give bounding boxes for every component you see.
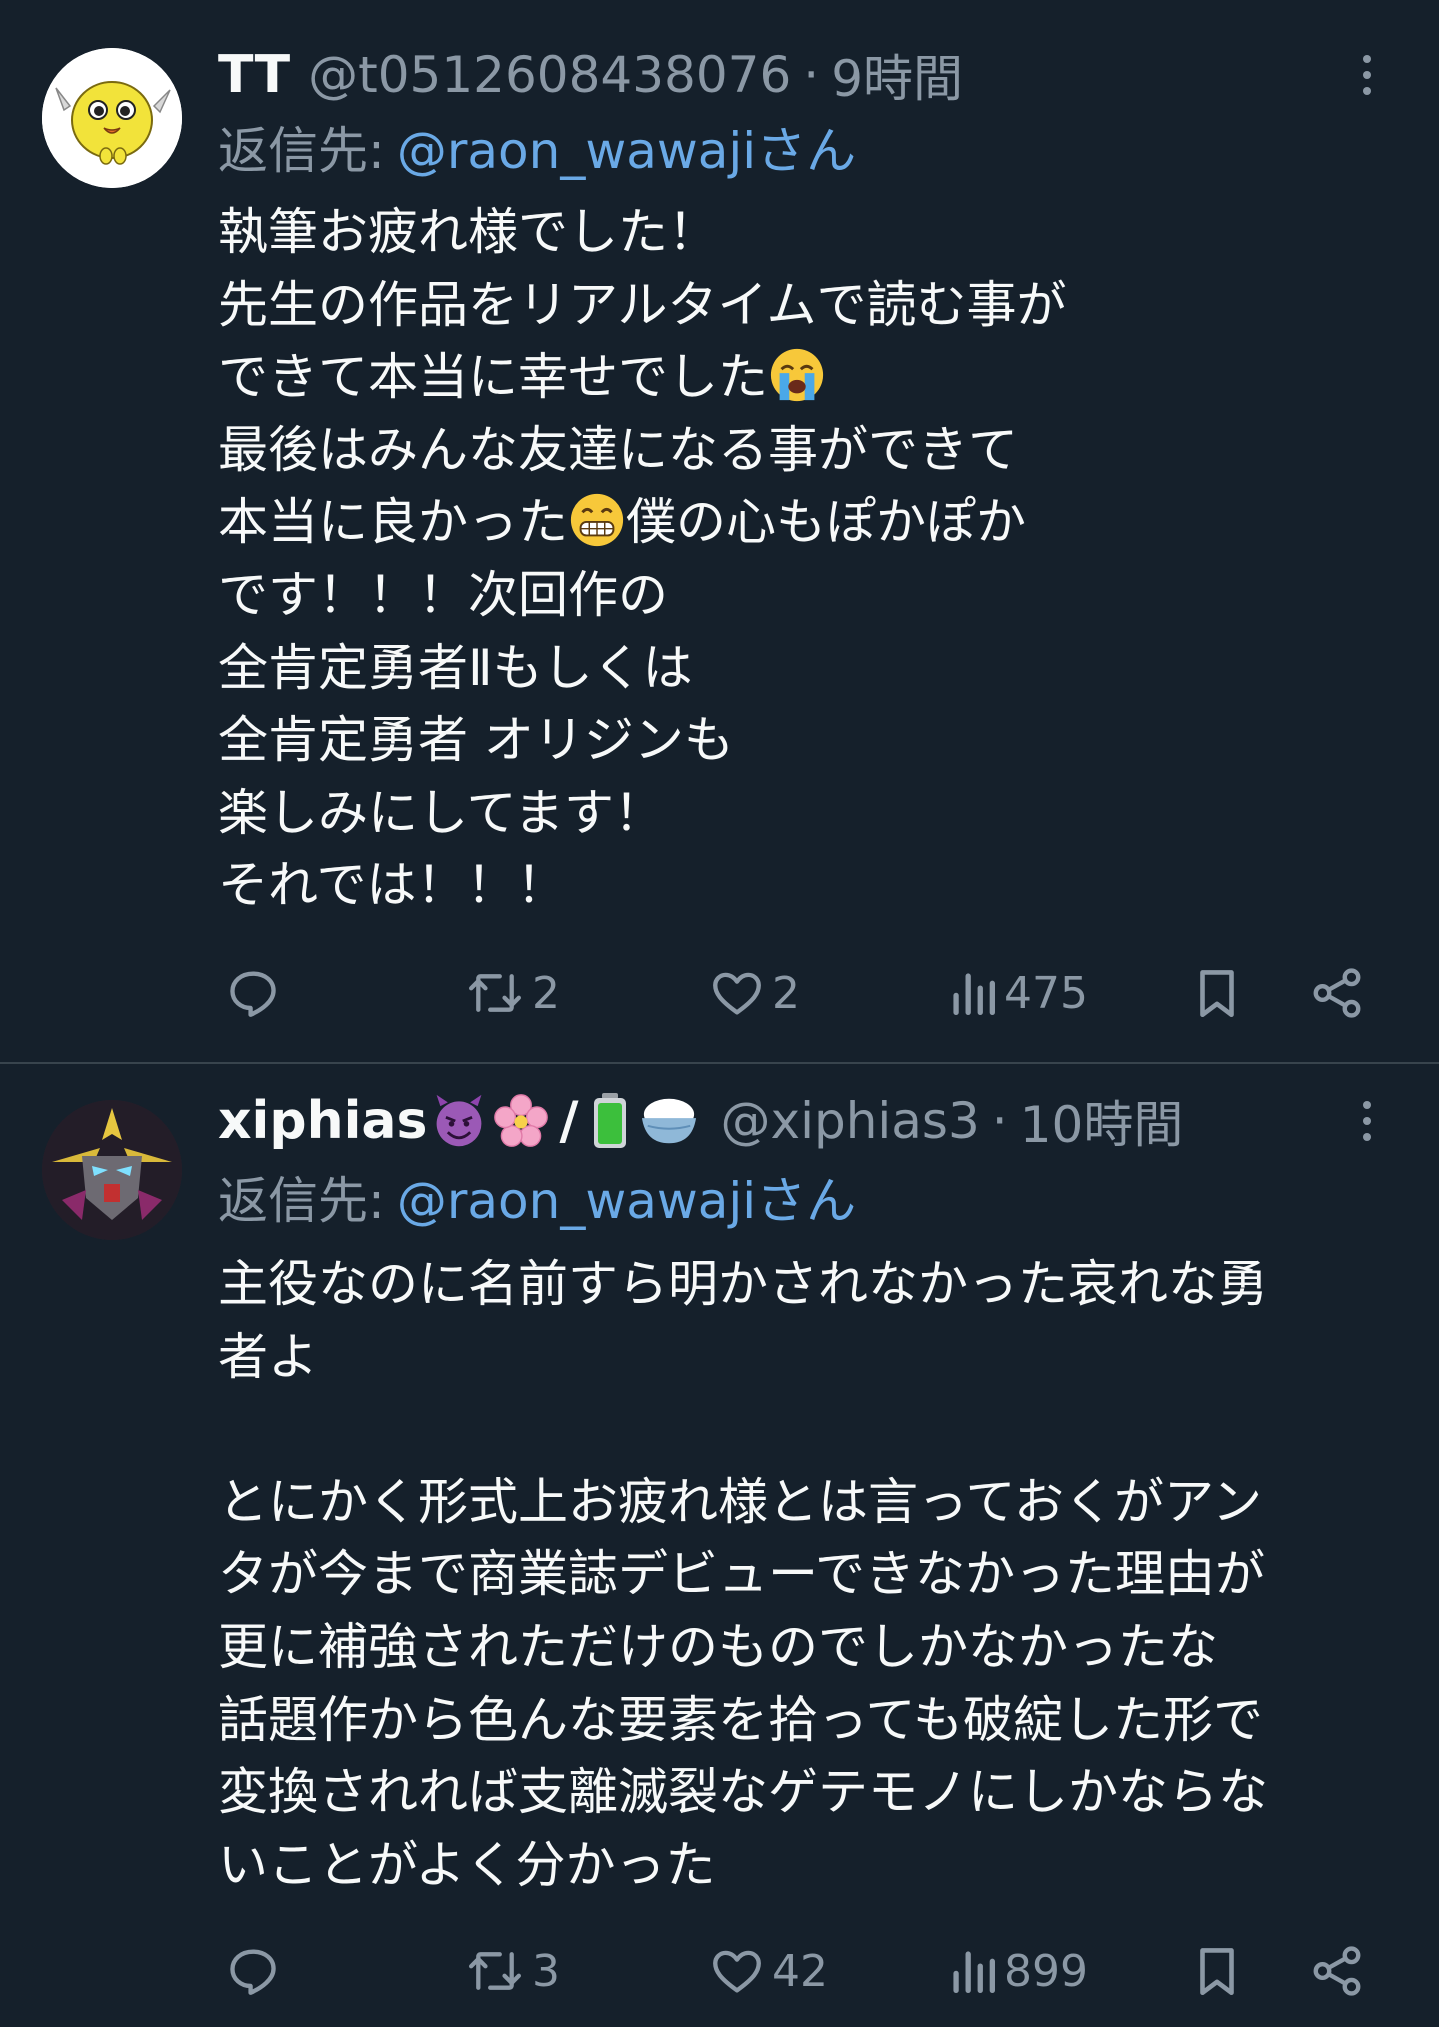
loudly-crying-face-icon [770,349,824,402]
reply-icon [230,1949,276,1995]
text-line: 楽しみにしてます！ [218,783,664,842]
text-line: です！！！次回作の [218,565,668,624]
reply-mention-link[interactable]: @raon_wawajiさん [397,111,856,183]
reply-context: 返信先: @raon_wawajiさん [218,1162,856,1232]
cooked-rice-icon [642,1098,697,1144]
bookmark-icon [1200,1948,1234,1996]
text-segment: できて本当に幸せでした [218,348,768,407]
more-dot [1363,1117,1371,1125]
reply-prefix: 返信先: [218,1172,385,1230]
text-line: いことがよく分かった [218,1835,716,1894]
avatar[interactable] [42,1100,182,1240]
separator-dot: · [803,46,820,104]
text-segment: 僕の心もぽかぽか [626,493,1026,552]
reply-icon [230,971,276,1017]
timestamp[interactable]: 10時間 [1020,1085,1184,1157]
battery-icon [594,1093,627,1148]
like-button[interactable]: 2 [708,958,800,1028]
reply-prefix: 返信先: [218,122,385,180]
robot-avatar-icon [42,1100,182,1240]
retweet-button[interactable]: 2 [464,958,560,1028]
text-segment: 本当に良かった [218,493,568,552]
retweet-count: 3 [532,1945,560,1997]
text-line-blank [218,1393,1398,1466]
user-handle[interactable]: @t0512608438076 [308,46,791,104]
grinning-face-icon [570,494,624,547]
heart-icon [713,972,761,1015]
cherry-blossom-icon [494,1094,549,1147]
views-count: 475 [1004,967,1088,1019]
tweet-header: xiphias / @xiphias3 · 10時間 [218,1086,1183,1156]
reply-context: 返信先: @raon_wawajiさん [218,112,856,182]
smiling-face-with-horns-icon [437,1094,482,1147]
user-handle[interactable]: @xiphias3 [720,1092,979,1150]
text-line: 先生の作品をリアルタイムで読む事が [218,275,1067,334]
text-line: 話題作から色んな要素を拾っても破綻した形で [218,1690,1263,1749]
timestamp[interactable]: 9時間 [831,39,963,111]
text-line: 主役なのに名前すら明かされなかった哀れな勇 [218,1255,1268,1313]
more-options-button[interactable] [1347,40,1387,110]
reply-mention-link[interactable]: @raon_wawajiさん [397,1161,856,1233]
chick-avatar-icon [42,48,182,188]
action-bar: 3 42 899 [218,1936,1361,2006]
text-line: 全肯定勇者 オリジンも [218,711,734,770]
like-count: 42 [772,1945,828,1997]
tweet[interactable]: TT @t0512608438076 · 9時間 返信先: @raon_wawa… [0,0,1439,1062]
retweet-icon [469,974,521,1012]
views-count: 899 [1004,1945,1088,1997]
text-line: タが今まで商業誌デビューできなかった理由が [218,1545,1265,1604]
retweet-button[interactable]: 3 [464,1936,560,2006]
bookmark-button[interactable] [1188,958,1246,1028]
share-button[interactable] [1308,958,1366,1028]
more-options-button[interactable] [1347,1086,1387,1156]
reply-button[interactable] [224,1936,288,2006]
views-chart-icon [953,973,995,1015]
views-button[interactable]: 475 [948,958,1088,1028]
name-emojis: / [431,1091,700,1151]
display-name[interactable]: xiphias [218,1091,427,1151]
tweet-text: 執筆お疲れ様でした！ 先生の作品をリアルタイムで読む事が できて本当に幸せでした… [218,196,1398,922]
retweet-count: 2 [532,967,560,1019]
text-line: 執筆お疲れ様でした！ [218,203,718,261]
more-dot [1363,55,1371,63]
share-icon [1313,1946,1361,1996]
text-line: できて本当に幸せでした [218,341,1398,414]
tweet[interactable]: xiphias / @xiphias3 · 10時間 返信先: @raon_wa… [0,1064,1439,2027]
heart-icon [713,1950,761,1993]
text-line: とにかく形式上お疲れ様とは言っておくがアン [218,1472,1262,1531]
more-dot [1363,1133,1371,1141]
tweet-text: 主役なのに名前すら明かされなかった哀れな勇 者よ とにかく形式上お疲れ様とは言っ… [218,1248,1398,1901]
views-button[interactable]: 899 [948,1936,1088,2006]
text-line: 変換されれば支離滅裂なゲテモノにしかならな [218,1763,1268,1822]
text-line: 最後はみんな友達になる事ができて [218,420,1018,479]
text-line: 更に補強されただけのものでしかなかったな [218,1617,1218,1676]
more-dot [1363,87,1371,95]
display-name[interactable]: TT [218,45,290,105]
bookmark-icon [1200,970,1234,1018]
tweet-header: TT @t0512608438076 · 9時間 [218,40,963,110]
text-line: 本当に良かった 僕の心もぽかぽか [218,486,1398,559]
more-dot [1363,71,1371,79]
like-count: 2 [772,967,800,1019]
reply-button[interactable] [224,958,288,1028]
text-line: それでは！！！ [218,856,567,915]
bookmark-button[interactable] [1188,1936,1246,2006]
retweet-icon [469,1952,521,1990]
action-bar: 2 2 475 [218,958,1361,1028]
share-button[interactable] [1308,1936,1366,2006]
avatar[interactable] [42,48,182,188]
separator-dot: · [991,1092,1008,1150]
text-line: 者よ [218,1327,318,1386]
more-dot [1363,1101,1371,1109]
share-icon [1313,968,1361,1018]
name-slash: / [559,1091,579,1151]
text-line: 全肯定勇者Ⅱもしくは [218,638,693,697]
like-button[interactable]: 42 [708,1936,828,2006]
views-chart-icon [953,1951,995,1993]
